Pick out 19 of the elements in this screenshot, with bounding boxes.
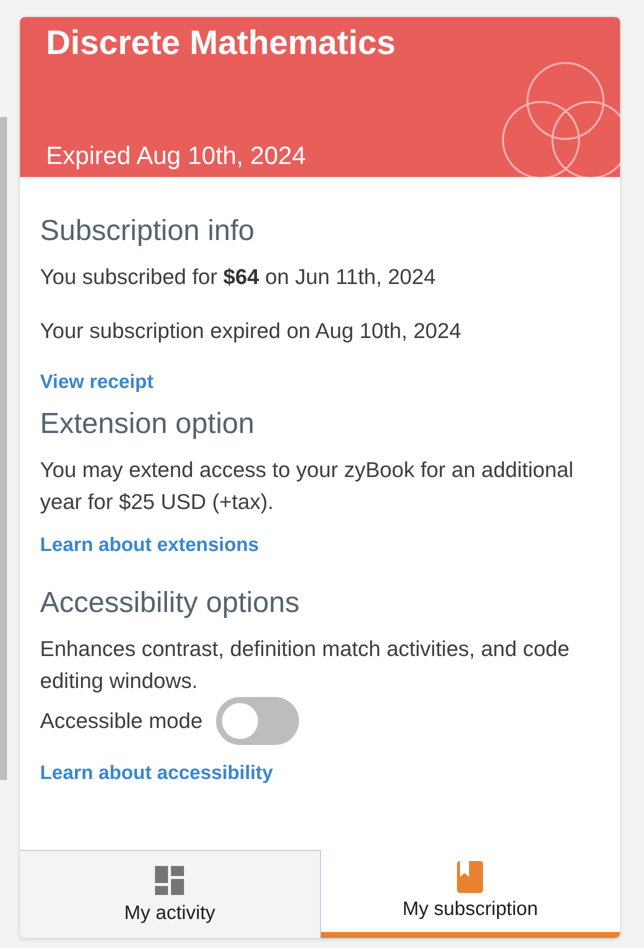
section-heading: Accessibility options	[40, 586, 300, 620]
section-text: Enhances contrast, definition match activities, and code editing windows.	[40, 636, 570, 695]
book-icon	[457, 861, 484, 893]
expiry-status: Expired Aug 10th, 2024	[46, 141, 306, 171]
dashboard-icon	[155, 866, 184, 895]
bottom-tab[interactable]: My activity	[20, 850, 320, 938]
section-heading: Extension option	[40, 407, 254, 441]
section-link[interactable]: View receipt	[40, 370, 154, 394]
section-heading: Subscription info	[40, 214, 254, 248]
section-text: Your subscription expired on Aug 10th, 2024	[40, 318, 462, 345]
accessible-mode-toggle[interactable]	[216, 697, 299, 745]
section-link[interactable]: Learn about accessibility	[40, 761, 274, 785]
course-title: Discrete Mathematics	[46, 23, 396, 63]
toggle-label: Accessible mode	[40, 708, 203, 735]
bottom-tab[interactable]: My subscription	[320, 850, 620, 938]
section-link[interactable]: Learn about extensions	[40, 533, 259, 557]
venn-diagram-icon	[502, 62, 620, 177]
section-text: You subscribed for $64 on Jun 11th, 2024	[40, 264, 437, 291]
section-text: You may extend access to your zyBook for an additional year for $25 USD (+tax).	[40, 457, 574, 516]
